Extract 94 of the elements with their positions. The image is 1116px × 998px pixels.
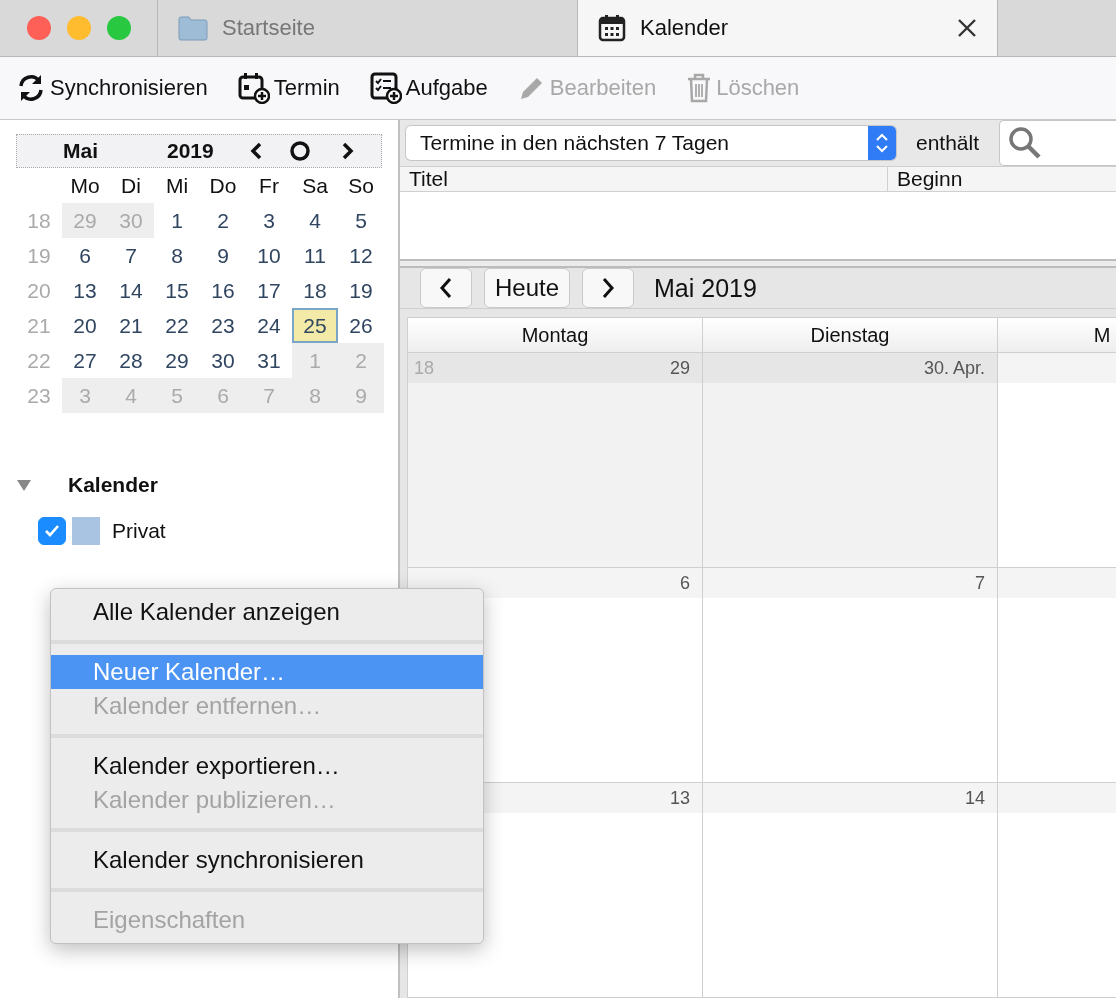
- weekday-header: Montag: [407, 317, 703, 353]
- today-button[interactable]: Heute: [484, 268, 571, 308]
- filter-dropdown[interactable]: Termine in den nächsten 7 Tagen: [406, 126, 896, 160]
- tab-label: Startseite: [222, 15, 316, 41]
- weekday-label: Di: [120, 172, 142, 199]
- calendar-icon: [598, 14, 626, 42]
- day-cell[interactable]: 15: [154, 273, 200, 308]
- previous-icon[interactable]: [249, 142, 263, 160]
- day-cell[interactable]: 8: [154, 238, 200, 273]
- day-cell[interactable]: 16: [200, 273, 246, 308]
- previous-button[interactable]: [420, 268, 472, 308]
- day-cell[interactable]: 7: [703, 568, 998, 783]
- checkbox[interactable]: [38, 517, 66, 545]
- weekday-label: Mi: [164, 172, 190, 199]
- day-cell[interactable]: 13: [62, 273, 108, 308]
- weekday-label: Do: [208, 172, 238, 199]
- day-cell[interactable]: 28: [108, 343, 154, 378]
- week-number: 20: [26, 277, 52, 304]
- day-cell[interactable]: 12: [338, 238, 384, 273]
- tab-label: Kalender: [640, 15, 730, 41]
- sync-icon: [16, 73, 46, 103]
- year-label[interactable]: 2019: [167, 139, 247, 163]
- day-number: 13: [669, 787, 690, 809]
- day-cell[interactable]: 27: [62, 343, 108, 378]
- day-cell[interactable]: 24: [246, 308, 292, 343]
- week-number: 22: [26, 347, 52, 374]
- day-cell[interactable]: 2: [200, 203, 246, 238]
- day-number: 30. Apr.: [923, 357, 985, 379]
- day-cell[interactable]: 6: [62, 238, 108, 273]
- week-number: 18: [414, 357, 435, 379]
- dropdown-arrows-icon: [868, 126, 896, 160]
- day-cell[interactable]: 25: [292, 308, 338, 343]
- day-cell[interactable]: 10: [246, 238, 292, 273]
- toolbar-button[interactable]: Termin: [237, 72, 340, 104]
- day-cell[interactable]: 14: [703, 783, 998, 998]
- next-icon[interactable]: [341, 142, 355, 160]
- weekday-label: Mo: [69, 172, 101, 199]
- toolbar-button[interactable]: Synchronisieren: [16, 73, 208, 103]
- day-number: 7: [975, 572, 985, 594]
- day-cell[interactable]: 20: [62, 308, 108, 343]
- section-title: Kalender: [68, 473, 158, 497]
- toolbar-button[interactable]: Aufgabe: [369, 72, 488, 104]
- week-number: 21: [26, 312, 52, 339]
- weekday-header: M: [998, 317, 1116, 353]
- day-cell[interactable]: 7: [108, 238, 154, 273]
- filter-label: enthält: [916, 131, 980, 155]
- month-title: Mai 2019: [654, 273, 757, 303]
- disclosure-triangle-icon[interactable]: [16, 478, 32, 492]
- month-label[interactable]: Mai: [63, 139, 167, 163]
- day-cell[interactable]: 31: [246, 343, 292, 378]
- day-cell[interactable]: 5: [338, 203, 384, 238]
- chevron-left-icon: [438, 277, 454, 299]
- weekday-label: Sa: [301, 172, 329, 199]
- day-cell[interactable]: 9: [200, 238, 246, 273]
- close-icon[interactable]: [957, 18, 977, 38]
- day-cell[interactable]: 30: [200, 343, 246, 378]
- day-number: 14: [964, 787, 985, 809]
- calendar-add-icon: [237, 72, 270, 104]
- search-field[interactable]: [999, 120, 1116, 166]
- today-circle-icon[interactable]: [289, 140, 311, 162]
- day-cell[interactable]: 29: [154, 343, 200, 378]
- day-cell[interactable]: 17: [246, 273, 292, 308]
- checklist-add-icon: [369, 72, 402, 104]
- day-cell[interactable]: 1: [154, 203, 200, 238]
- day-cell[interactable]: 3: [246, 203, 292, 238]
- day-cell[interactable]: 30. Apr.: [703, 353, 998, 568]
- weekday-label: Fr: [258, 172, 280, 199]
- weekday-label: So: [347, 172, 375, 199]
- day-cell[interactable]: 14: [108, 273, 154, 308]
- calendar-name[interactable]: Privat: [112, 519, 166, 543]
- next-button[interactable]: [582, 268, 635, 308]
- tab[interactable]: Kalender: [578, 0, 998, 56]
- week-number: 23: [26, 382, 52, 409]
- day-cell[interactable]: 18: [292, 273, 338, 308]
- chevron-right-icon: [600, 277, 617, 299]
- search-icon: [1008, 126, 1043, 160]
- column-header[interactable]: Beginn: [888, 167, 963, 191]
- week-number: 19: [26, 242, 52, 269]
- day-cell[interactable]: 21: [108, 308, 154, 343]
- weekday-header: Dienstag: [703, 317, 998, 353]
- day-cell[interactable]: 19: [338, 273, 384, 308]
- trash-icon: [686, 73, 713, 103]
- column-header[interactable]: Titel: [400, 167, 888, 191]
- day-number: 29: [669, 357, 690, 379]
- day-cell[interactable]: 22: [154, 308, 200, 343]
- day-cell[interactable]: 11: [292, 238, 338, 273]
- folder-icon: [178, 15, 208, 41]
- week-number: 18: [26, 207, 52, 234]
- day-number: 6: [680, 572, 690, 594]
- day-cell[interactable]: 23: [200, 308, 246, 343]
- day-cell[interactable]: 4: [292, 203, 338, 238]
- day-cell[interactable]: 26: [338, 308, 384, 343]
- close-window-button[interactable]: [27, 16, 51, 40]
- day-cell[interactable]: 18 29: [407, 353, 703, 568]
